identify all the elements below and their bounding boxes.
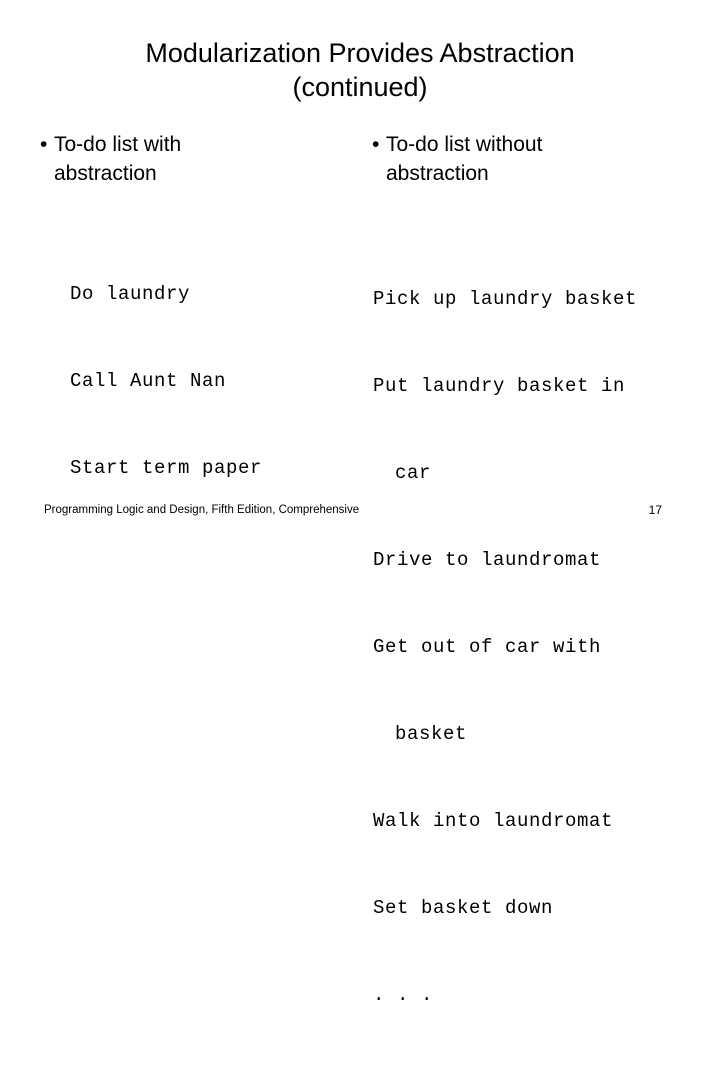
footer-source-text: Programming Logic and Design, Fifth Edit…	[44, 504, 360, 516]
todo-line: Put laundry basket in	[373, 375, 626, 397]
body-columns: • To-do list with abstraction Do laundry…	[0, 130, 720, 1006]
title-line-2: (continued)	[292, 72, 428, 102]
todo-line: Do laundry	[70, 283, 191, 305]
todo-line: Pick up laundry basket	[373, 288, 638, 310]
todo-line: Start term paper	[70, 457, 263, 479]
todo-line: Walk into laundromat	[373, 810, 614, 832]
slide: Modularization Provides Abstraction (con…	[0, 0, 720, 1006]
todo-line: Get out of car with	[373, 636, 602, 658]
column-with-abstraction: • To-do list with abstraction Do laundry…	[30, 130, 350, 541]
bullet-point-icon: •	[372, 133, 380, 156]
bullet-point-icon: •	[40, 133, 48, 156]
bullet-label: To-do list with abstraction	[54, 133, 182, 185]
todo-list-with-abstraction: Do laundry Call Aunt Nan Start term pape…	[30, 222, 350, 541]
bullet-item-without-abstraction: • To-do list without abstraction	[362, 130, 682, 188]
page-number: 17	[648, 503, 662, 517]
bullet-label: To-do list without abstraction	[386, 133, 543, 185]
column-without-abstraction: • To-do list without abstraction Pick up…	[362, 130, 682, 1068]
title-line-1: Modularization Provides Abstraction	[145, 38, 575, 68]
todo-line-continuation: basket	[395, 723, 468, 745]
todo-line: Drive to laundromat	[373, 549, 602, 571]
todo-line-continuation: car	[395, 462, 432, 484]
todo-line: Call Aunt Nan	[70, 370, 227, 392]
bullet-item-with-abstraction: • To-do list with abstraction	[30, 130, 350, 188]
todo-line: Set basket down	[373, 897, 554, 919]
page-title: Modularization Provides Abstraction (con…	[36, 36, 684, 104]
todo-list-without-abstraction: Pick up laundry basket Put laundry baske…	[362, 227, 682, 1068]
footer: Programming Logic and Design, Fifth Edit…	[44, 502, 684, 520]
todo-line-ellipsis: . . .	[373, 984, 434, 1006]
